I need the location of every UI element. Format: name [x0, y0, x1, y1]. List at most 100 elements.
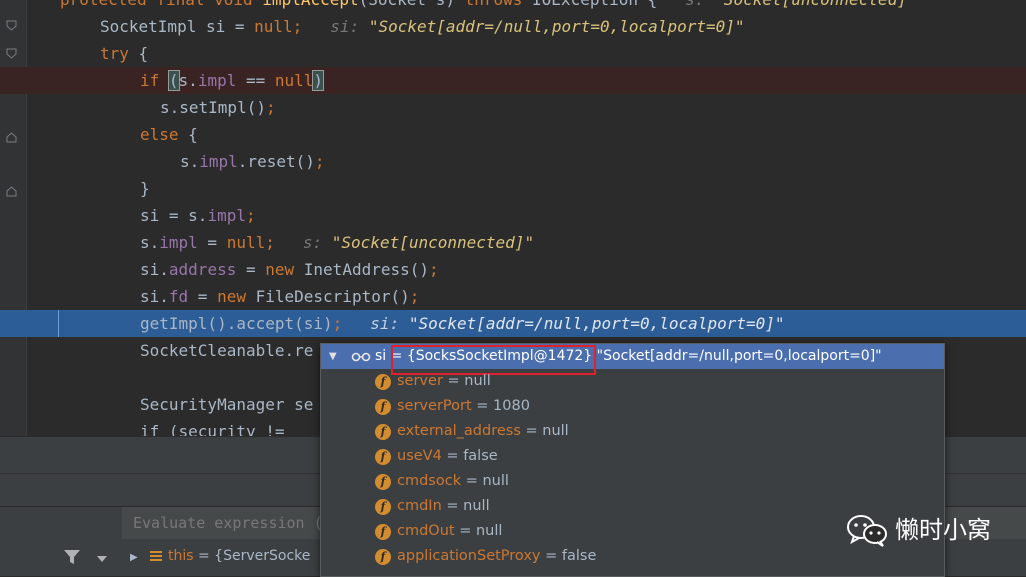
code-token: si = s. [140, 206, 208, 225]
variable-name: this [168, 548, 194, 564]
code-text: SecurityManager se [140, 391, 313, 418]
inline-debug-hint: si: "Socket[addr=/null,port=0,localport=… [330, 17, 744, 36]
code-text: si.fd = new FileDescriptor(); [140, 283, 419, 310]
code-text: SocketCleanable.re [140, 337, 313, 364]
field-row-serverport[interactable]: f serverPort = 1080 [321, 394, 944, 419]
field-icon: f [375, 399, 391, 415]
code-text: si = s.impl; [140, 202, 256, 229]
code-line[interactable]: si.address = new InetAddress(); [0, 256, 1026, 283]
field-icon: f [375, 549, 391, 565]
hint-label: s: [685, 0, 714, 9]
field-name: server [397, 373, 443, 389]
code-token: si. [140, 260, 169, 279]
field-name: cmdOut [397, 523, 455, 539]
hint-value: "Socket[unconnected]" [331, 233, 535, 252]
code-line[interactable]: } [0, 175, 1026, 202]
field-icon: f [375, 499, 391, 515]
field-name: cmdIn [397, 498, 442, 514]
code-text: s.setImpl(); [160, 94, 276, 121]
code-token: impl [199, 152, 238, 171]
variable-row-this[interactable]: ▶ this = {ServerSocke [130, 544, 310, 569]
code-line[interactable]: s.impl = null; s: "Socket[unconnected]" [0, 229, 1026, 256]
code-token: FileDescriptor() [255, 287, 410, 306]
field-value: null [482, 473, 509, 489]
code-text: protected final void implAccept(Socket s… [60, 0, 916, 13]
code-token: address [168, 260, 237, 279]
field-equals: = [520, 423, 543, 439]
code-token: SocketCleanable.re [140, 341, 314, 360]
frames-toolbar [0, 507, 123, 576]
field-icon: f [375, 524, 391, 540]
expand-arrow-icon[interactable]: ▶ [130, 545, 144, 570]
field-equals: = [441, 448, 464, 464]
code-token: throws [465, 0, 532, 9]
code-token: ; [265, 98, 276, 117]
field-name: serverPort [397, 398, 472, 414]
code-token: s. [178, 71, 198, 90]
field-row-server[interactable]: f server = null [321, 369, 944, 394]
inline-debug-hint: si: "Socket[addr=/null,port=0,localport=… [370, 314, 784, 333]
hint-value: "Socket[unconnected]" [714, 0, 916, 9]
code-text: else { [140, 121, 198, 148]
hint-label: s: [302, 233, 332, 252]
field-row-external-address[interactable]: f external_address = null [321, 419, 944, 444]
popup-var-name: si [375, 348, 387, 364]
field-equals: = [454, 523, 476, 539]
collapse-arrow-icon[interactable]: ▼ [329, 344, 337, 369]
field-row-usev4[interactable]: f useV4 = false [321, 444, 944, 469]
breakpoint-line[interactable]: if (s.impl == null) [0, 67, 1026, 94]
code-line[interactable]: else { [0, 121, 1026, 148]
field-icon: f [375, 374, 391, 390]
popup-var-tostring: "Socket[addr=/null,port=0,localport=0]" [596, 348, 882, 364]
code-token: ; [314, 152, 325, 171]
code-text: getImpl().accept(si); si: "Socket[addr=/n… [140, 310, 785, 337]
field-icon: f [375, 449, 391, 465]
execution-line[interactable]: getImpl().accept(si); si: "Socket[addr=/n… [0, 310, 1026, 337]
chevron-down-icon[interactable] [97, 556, 107, 562]
code-token: else [140, 125, 189, 144]
code-token: impl [197, 71, 237, 90]
hint-label: si: [330, 17, 369, 36]
field-entry: serverPort = 1080 [397, 394, 530, 419]
code-token: } [140, 179, 150, 198]
field-entry: cmdOut = null [397, 519, 502, 544]
code-line[interactable]: si.fd = new FileDescriptor(); [0, 283, 1026, 310]
field-entry: applicationSetProxy = false [397, 544, 596, 569]
field-icon: f [375, 474, 391, 490]
field-entry: cmdIn = null [397, 494, 490, 519]
code-token: if (security != [140, 422, 295, 436]
field-row-cmdsock[interactable]: f cmdsock = null [321, 469, 944, 494]
code-line[interactable]: s.setImpl(); [0, 94, 1026, 121]
popup-header-row[interactable]: ▼ si = {SocksSocketImpl@1472} "Socket[ad… [321, 344, 944, 369]
code-token: ( [167, 70, 180, 91]
code-line[interactable]: try { [0, 40, 1026, 67]
code-token: s.setImpl() [160, 98, 266, 117]
code-token: try [100, 44, 139, 63]
filter-icon[interactable] [64, 550, 80, 564]
code-token: si. [140, 287, 169, 306]
field-value: null [464, 373, 491, 389]
code-line[interactable]: s.impl.reset(); [0, 148, 1026, 175]
field-name: cmdsock [397, 473, 462, 489]
watermark-text: 懒时小窝 [895, 516, 991, 544]
variable-list-icon [150, 551, 162, 561]
code-token: (Socket s) [359, 0, 465, 9]
code-token: ; [265, 233, 275, 252]
code-token: if [140, 71, 169, 90]
code-token: { [188, 125, 198, 144]
field-value: null [475, 523, 503, 539]
code-token: null [274, 71, 314, 90]
code-line[interactable]: SocketImpl si = null; si: "Socket[addr=/n… [0, 13, 1026, 40]
code-token: { [138, 44, 149, 63]
code-line[interactable]: protected final void implAccept(Socket s… [0, 0, 1026, 13]
code-text: s.impl.reset(); [180, 148, 325, 175]
code-token: fd [168, 287, 189, 306]
code-token: getImpl().accept(si) [140, 314, 333, 333]
code-line[interactable]: si = s.impl; [0, 202, 1026, 229]
field-equals: = [461, 473, 483, 489]
field-icon: f [375, 424, 391, 440]
field-entry: useV4 = false [397, 444, 498, 469]
code-token: s. [180, 152, 200, 171]
code-token: = [188, 287, 218, 306]
field-entry: server = null [397, 369, 491, 394]
